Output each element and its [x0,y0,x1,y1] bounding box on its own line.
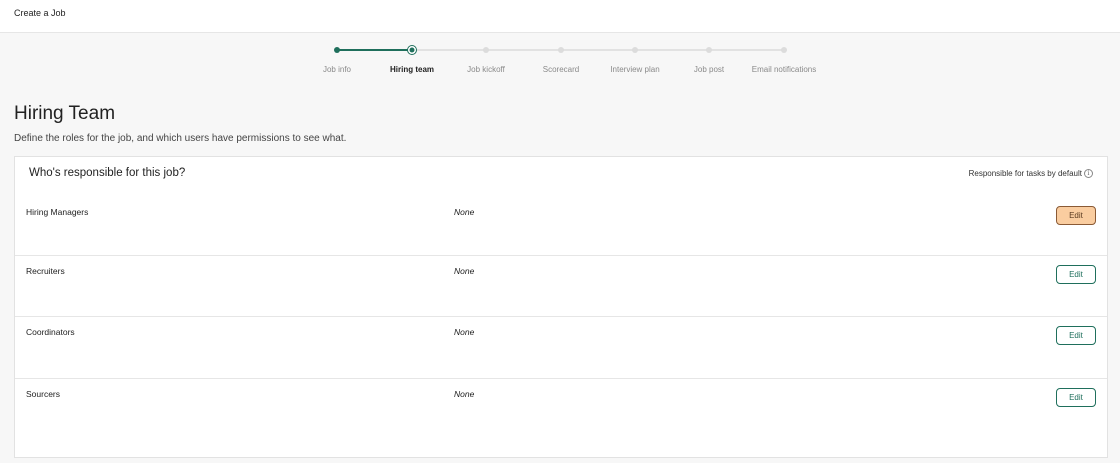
step-dot-scorecard[interactable] [558,47,564,53]
step-dot-job-info[interactable] [334,47,340,53]
step-dot-job-kickoff[interactable] [483,47,489,53]
step-label-email-notifications[interactable]: Email notifications [752,65,816,74]
step-label-job-info[interactable]: Job info [323,65,351,74]
responsible-default-text: Responsible for tasks by default [968,169,1082,178]
step-label-job-kickoff[interactable]: Job kickoff [467,65,505,74]
stepper-remaining-line [412,49,784,51]
edit-hiring-managers-button[interactable]: Edit [1056,206,1096,225]
info-icon[interactable]: i [1084,169,1093,178]
step-label-hiring-team[interactable]: Hiring team [390,65,434,74]
step-dot-interview-plan[interactable] [632,47,638,53]
step-label-interview-plan[interactable]: Interview plan [610,65,659,74]
role-value: None [454,207,475,217]
card-title: Who's responsible for this job? [29,167,186,179]
hiring-team-card: Who's responsible for this job? Responsi… [14,156,1108,458]
role-name: Coordinators [26,327,75,337]
role-row-coordinators: Coordinators None Edit [15,316,1107,378]
page-header-title: Create a Job [14,8,66,18]
role-value: None [454,327,475,337]
step-dot-job-post[interactable] [706,47,712,53]
role-name: Hiring Managers [26,207,89,217]
job-creation-stepper: Job info Hiring team Job kickoff Scoreca… [0,40,1120,80]
responsible-default-label: Responsible for tasks by default i [969,169,1093,178]
page-title: Hiring Team [14,103,116,124]
edit-sourcers-button[interactable]: Edit [1056,388,1096,407]
page-subtitle: Define the roles for the job, and which … [14,133,347,144]
role-name: Sourcers [26,389,61,399]
role-row-recruiters: Recruiters None Edit [15,255,1107,317]
step-dot-hiring-team[interactable] [407,45,417,55]
top-bar: Create a Job [0,0,1120,33]
step-label-scorecard[interactable]: Scorecard [543,65,579,74]
role-row-hiring-managers: Hiring Managers None Edit [15,197,1107,259]
step-label-job-post[interactable]: Job post [694,65,724,74]
role-value: None [454,389,475,399]
stepper-progress-line [337,49,412,51]
role-row-sourcers: Sourcers None Edit [15,378,1107,440]
edit-coordinators-button[interactable]: Edit [1056,326,1096,345]
step-dot-email-notifications[interactable] [781,47,787,53]
role-name: Recruiters [26,266,65,276]
role-value: None [454,266,475,276]
edit-recruiters-button[interactable]: Edit [1056,265,1096,284]
